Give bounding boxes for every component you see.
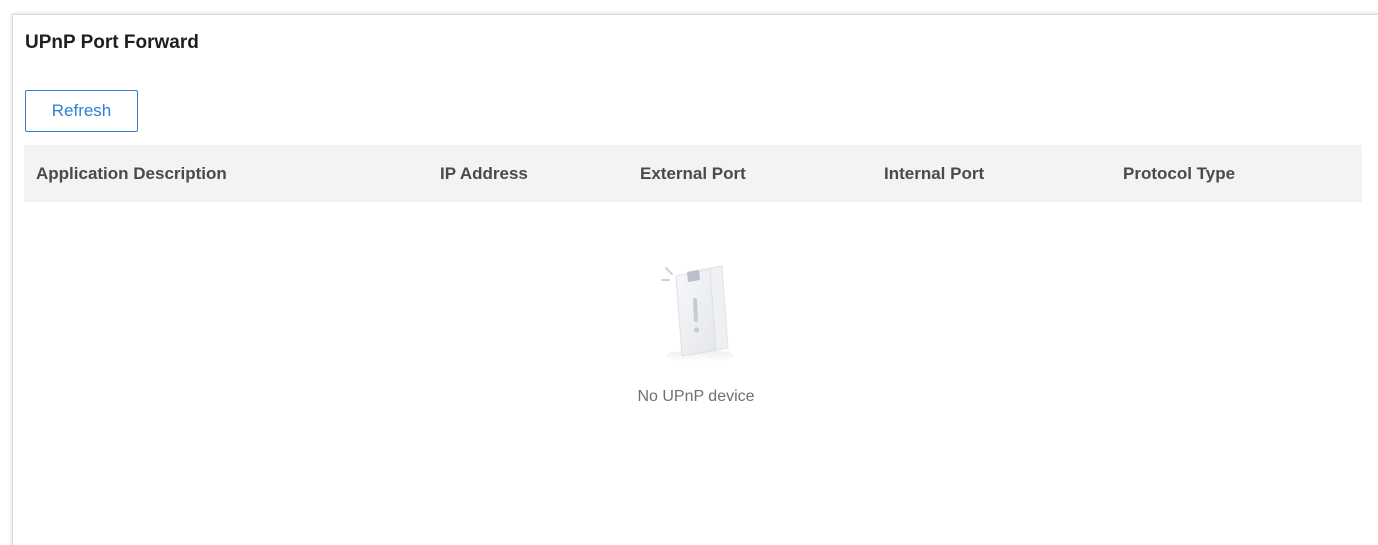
refresh-button[interactable]: Refresh	[25, 90, 138, 132]
column-header-application-description[interactable]: Application Description	[36, 145, 227, 202]
empty-state-message: No UPnP device	[637, 388, 755, 405]
column-header-external-port[interactable]: External Port	[640, 145, 746, 202]
upnp-port-forward-panel: UPnP Port Forward Refresh Application De…	[12, 14, 1378, 545]
table-header: Application Description IP Address Exter…	[24, 145, 1362, 202]
column-header-internal-port[interactable]: Internal Port	[884, 145, 984, 202]
empty-state: No UPnP device	[13, 250, 1378, 406]
column-header-ip-address[interactable]: IP Address	[440, 145, 528, 202]
column-header-protocol-type[interactable]: Protocol Type	[1123, 145, 1235, 202]
empty-document-warning-icon	[661, 265, 734, 362]
page-title: UPnP Port Forward	[25, 32, 199, 53]
